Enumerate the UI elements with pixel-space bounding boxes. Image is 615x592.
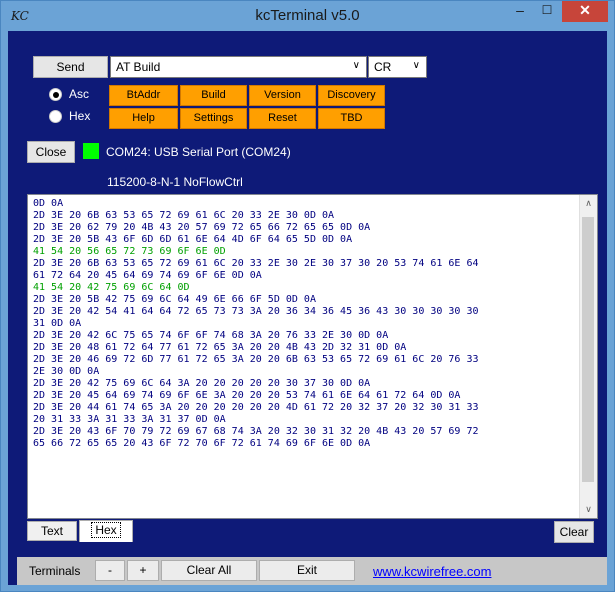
scroll-down-icon[interactable]: ∨ bbox=[580, 501, 597, 518]
terminal-line: 2D 3E 20 45 64 69 74 69 6F 6E 3A 20 20 2… bbox=[33, 390, 461, 401]
help-button[interactable]: Help bbox=[109, 108, 178, 129]
terminal-line: 20 31 33 3A 31 33 3A 31 37 0D 0A bbox=[33, 414, 226, 425]
terminal-line: 31 0D 0A bbox=[33, 318, 82, 329]
terminal-line: 2D 3E 20 44 61 74 65 3A 20 20 20 20 20 2… bbox=[33, 402, 479, 413]
serial-settings: 115200-8-N-1 NoFlowCtrl bbox=[107, 175, 243, 189]
terminal-line: 2D 3E 20 42 54 41 64 64 72 65 73 73 3A 2… bbox=[33, 306, 479, 317]
maximize-button[interactable]: ☐ bbox=[534, 1, 560, 22]
port-status-indicator bbox=[83, 143, 99, 159]
settings-button[interactable]: Settings bbox=[180, 108, 247, 129]
status-bar: Terminals - + Clear All Exit www.kcwiref… bbox=[17, 557, 607, 585]
command-combobox[interactable]: AT Build ∨ bbox=[110, 56, 367, 78]
add-terminal-button[interactable]: + bbox=[127, 560, 159, 581]
terminal-line: 2D 3E 20 5B 42 75 69 6C 64 49 6E 66 6F 5… bbox=[33, 294, 316, 305]
command-value: AT Build bbox=[116, 60, 161, 74]
close-port-button[interactable]: Close bbox=[27, 141, 75, 163]
tab-hex-label: Hex bbox=[91, 522, 121, 538]
port-name: COM24: USB Serial Port (COM24) bbox=[106, 145, 291, 159]
scroll-up-icon[interactable]: ∧ bbox=[580, 195, 597, 212]
app-window: KC kcTerminal v5.0 – ☐ ✕ Send AT Build ∨… bbox=[0, 0, 615, 592]
asc-label: Asc bbox=[69, 87, 90, 101]
hex-radio-label: Hex bbox=[69, 109, 91, 123]
terminal-line: 41 54 20 56 65 72 73 69 6F 6E 0D bbox=[33, 246, 226, 257]
reset-button[interactable]: Reset bbox=[249, 108, 316, 129]
terminals-label: Terminals bbox=[29, 564, 81, 578]
terminal-line: 2D 3E 20 42 75 69 6C 64 3A 20 20 20 20 2… bbox=[33, 378, 371, 389]
terminal-line: 2D 3E 20 6B 63 53 65 72 69 61 6C 20 33 2… bbox=[33, 210, 335, 221]
btaddr-button[interactable]: BtAddr bbox=[109, 85, 178, 106]
terminal-line: 41 54 20 42 75 69 6C 64 0D bbox=[33, 282, 190, 293]
title-bar[interactable]: KC kcTerminal v5.0 – ☐ ✕ bbox=[1, 1, 614, 31]
terminal-line: 2D 3E 20 5B 43 6F 6D 6D 61 6E 64 4D 6F 6… bbox=[33, 234, 353, 245]
close-window-button[interactable]: ✕ bbox=[562, 1, 608, 22]
terminal-line: 2D 3E 20 62 79 20 4B 43 20 57 69 72 65 6… bbox=[33, 222, 371, 233]
discovery-button[interactable]: Discovery bbox=[318, 85, 385, 106]
terminal-line: 0D 0A bbox=[33, 198, 64, 209]
terminal-output[interactable]: 0D 0A 2D 3E 20 6B 63 53 65 72 69 61 6C 20… bbox=[27, 194, 598, 519]
terminal-line: 2D 3E 20 6B 63 53 65 72 69 61 6C 20 33 2… bbox=[33, 258, 479, 269]
asc-radio[interactable] bbox=[49, 88, 62, 101]
terminal-line: 2D 3E 20 42 6C 75 65 74 6F 6F 74 68 3A 2… bbox=[33, 330, 389, 341]
clear-button[interactable]: Clear bbox=[554, 521, 594, 543]
version-button[interactable]: Version bbox=[249, 85, 316, 106]
send-button[interactable]: Send bbox=[33, 56, 108, 78]
terminal-lines: 0D 0A 2D 3E 20 6B 63 53 65 72 69 61 6C 20… bbox=[33, 198, 578, 450]
terminal-line: 2D 3E 20 43 6F 70 79 72 69 67 68 74 3A 2… bbox=[33, 426, 479, 437]
line-ending-value: CR bbox=[374, 60, 392, 74]
chevron-down-icon: ∨ bbox=[352, 60, 360, 71]
clear-all-button[interactable]: Clear All bbox=[161, 560, 257, 581]
exit-button[interactable]: Exit bbox=[259, 560, 355, 581]
terminal-line: 61 72 64 20 45 64 69 74 69 6F 6E 0D 0A bbox=[33, 270, 262, 281]
chevron-down-icon: ∨ bbox=[412, 60, 420, 71]
website-link[interactable]: www.kcwirefree.com bbox=[373, 564, 491, 579]
hex-radio[interactable] bbox=[49, 110, 62, 123]
terminal-line: 2D 3E 20 46 69 72 6D 77 61 72 65 3A 20 2… bbox=[33, 354, 479, 365]
terminal-line: 65 66 72 65 65 20 43 6F 72 70 6F 72 61 7… bbox=[33, 438, 371, 449]
minimize-button[interactable]: – bbox=[507, 1, 533, 22]
build-button[interactable]: Build bbox=[180, 85, 247, 106]
vertical-scrollbar[interactable]: ∧ ∨ bbox=[579, 195, 597, 518]
tab-text[interactable]: Text bbox=[27, 521, 77, 541]
main-panel: Send AT Build ∨ CR ∨ Asc Hex BtAddr Buil… bbox=[8, 31, 607, 585]
terminal-line: 2D 3E 20 48 61 72 64 77 61 72 65 3A 20 2… bbox=[33, 342, 407, 353]
terminal-line: 2E 30 0D 0A bbox=[33, 366, 100, 377]
remove-terminal-button[interactable]: - bbox=[95, 560, 125, 581]
scrollbar-thumb[interactable] bbox=[582, 217, 594, 482]
tbd-button[interactable]: TBD bbox=[318, 108, 385, 129]
line-ending-select[interactable]: CR ∨ bbox=[368, 56, 427, 78]
tab-hex[interactable]: Hex bbox=[79, 520, 133, 542]
